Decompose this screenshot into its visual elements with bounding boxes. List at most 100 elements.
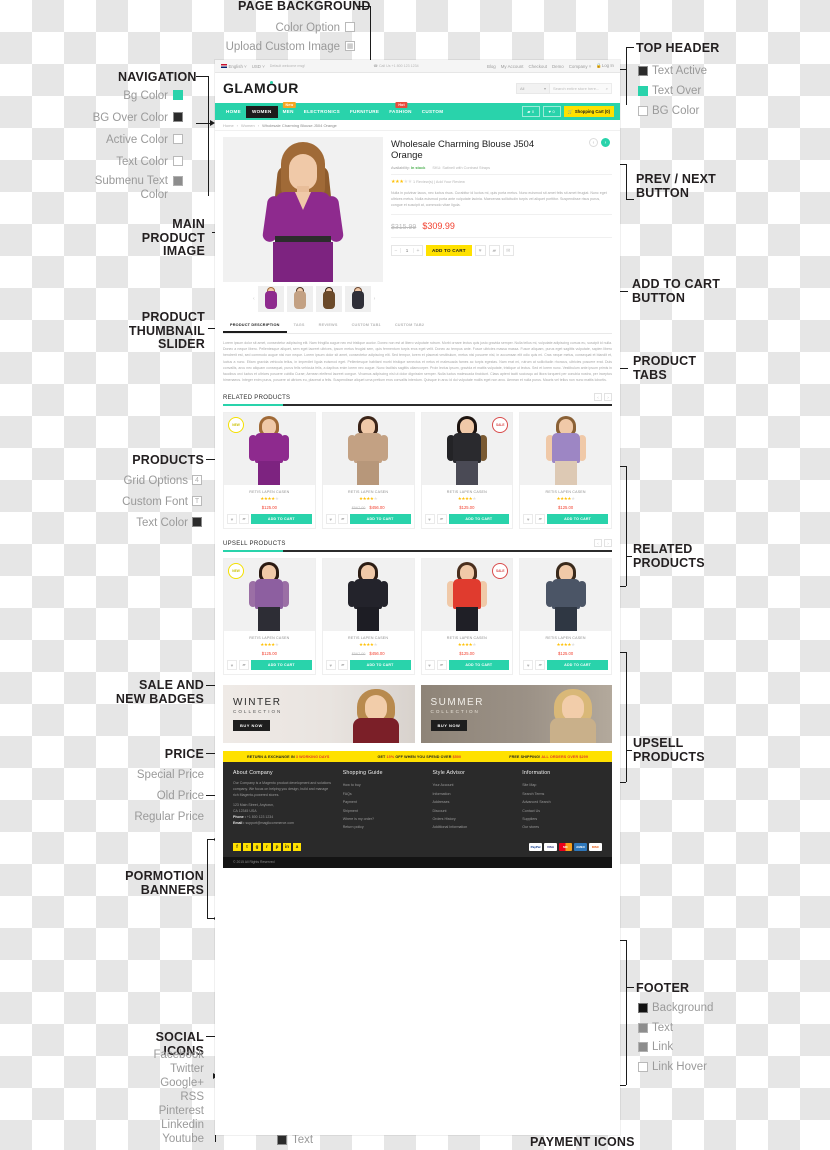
topbar-link-my-account[interactable]: My Account bbox=[501, 64, 524, 69]
footer-link[interactable]: Information bbox=[432, 790, 512, 798]
color-swatch-footer-link[interactable] bbox=[638, 1042, 648, 1052]
googleplus-icon[interactable]: g bbox=[253, 842, 261, 851]
wishlist-icon[interactable]: ♥ bbox=[227, 660, 237, 671]
topbar-link-demo[interactable]: Demo bbox=[552, 64, 564, 69]
banner-buy-now-button[interactable]: BUY NOW bbox=[233, 719, 270, 731]
footer-link[interactable]: Suppliers bbox=[522, 815, 602, 823]
wishlist-icon-button[interactable]: ♥ bbox=[474, 245, 486, 256]
wishlist-icon[interactable]: ♥ bbox=[325, 660, 336, 671]
nav-item-fashion[interactable]: Hot FASHION bbox=[384, 102, 417, 114]
wishlist-icon[interactable]: ♥ bbox=[424, 514, 435, 525]
wishlist-icon[interactable]: ♥ bbox=[424, 660, 435, 671]
linkedin-icon[interactable]: in bbox=[283, 842, 291, 851]
thumb-prev-arrow-icon[interactable]: ‹ bbox=[253, 296, 255, 302]
color-swatch-nav-bg-color[interactable] bbox=[173, 90, 183, 100]
search-category-select[interactable]: All ▾ bbox=[516, 82, 550, 94]
product-card[interactable]: NEW RETIS LAPEN CASEN ★★★★★ $125.00 ♥ ▰ … bbox=[223, 558, 316, 676]
add-to-cart-button[interactable]: ADD TO CART bbox=[448, 660, 510, 671]
compare-icon[interactable]: ▰ bbox=[337, 514, 348, 525]
compare-icon[interactable]: ▰ bbox=[436, 660, 447, 671]
site-logo[interactable]: GLAMOUR bbox=[223, 80, 299, 96]
color-swatch-topheader-text-active[interactable] bbox=[638, 66, 648, 76]
main-product-image[interactable] bbox=[223, 137, 383, 282]
add-to-cart-button[interactable]: ADD TO CART bbox=[448, 514, 510, 525]
grid-options-stepper[interactable]: 4 bbox=[192, 475, 202, 485]
review-link[interactable]: 1 Review(s) | Add Your Review bbox=[413, 180, 465, 184]
thumbnail-2[interactable] bbox=[286, 286, 313, 312]
color-swatch-topheader-text-over[interactable] bbox=[638, 86, 648, 96]
tab-product-description[interactable]: PRODUCT DESCRIPTION bbox=[223, 319, 287, 333]
footer-link[interactable]: Advanced Search bbox=[522, 798, 602, 806]
product-card[interactable]: RETIS LAPEN CASEN ★★★★★ $125.00 ♥ ▰ ADD … bbox=[519, 412, 612, 530]
add-to-cart-button[interactable]: ADD TO CART bbox=[349, 514, 411, 525]
add-to-cart-button[interactable]: ADD TO CART bbox=[251, 514, 312, 525]
nav-item-women[interactable]: WOMEN bbox=[245, 105, 278, 118]
tab-custom-tab2[interactable]: CUSTOM TAB2 bbox=[388, 319, 431, 333]
breadcrumb-women[interactable]: Women bbox=[241, 123, 255, 128]
compare-icon[interactable]: ▰ bbox=[239, 660, 249, 671]
footer-link[interactable]: Site Map bbox=[522, 781, 602, 789]
email-icon-button[interactable]: ✉ bbox=[502, 245, 514, 256]
nav-item-home[interactable]: HOME bbox=[221, 109, 246, 114]
color-swatch-nav-text-color[interactable] bbox=[173, 156, 183, 166]
product-card[interactable]: RETIS LAPEN CASEN ★★★★★ $567.00 $456.00 ♥… bbox=[321, 412, 415, 530]
compare-icon[interactable]: ▰ bbox=[239, 514, 249, 525]
product-card-image[interactable] bbox=[322, 559, 414, 632]
prev-product-button[interactable]: ‹ bbox=[589, 138, 598, 147]
custom-font-icon[interactable]: T bbox=[192, 496, 202, 506]
rss-icon[interactable]: r bbox=[263, 842, 271, 851]
footer-link[interactable]: Additional Information bbox=[432, 823, 512, 831]
add-to-cart-button[interactable]: ADD TO CART bbox=[547, 514, 608, 525]
tab-tags[interactable]: TAGS bbox=[287, 319, 312, 333]
footer-link[interactable]: Shipment bbox=[343, 807, 423, 815]
facebook-icon[interactable]: f bbox=[233, 842, 241, 851]
tab-custom-tab1[interactable]: CUSTOM TAB1 bbox=[345, 319, 388, 333]
footer-link[interactable]: Our stores bbox=[522, 823, 602, 831]
compare-icon[interactable]: ▰ bbox=[535, 660, 546, 671]
nav-item-electronics[interactable]: ELECTRONICS bbox=[299, 109, 345, 114]
wishlist-icon[interactable]: ♥ bbox=[325, 514, 336, 525]
topbar-link-checkout[interactable]: Checkout bbox=[528, 64, 547, 69]
footer-link[interactable]: Discount bbox=[432, 807, 512, 815]
nav-item-custom[interactable]: CUSTOM bbox=[417, 109, 449, 114]
shopping-cart-button[interactable]: 🛒 Shopping Cart (0) bbox=[563, 106, 614, 117]
qty-value[interactable]: 1 bbox=[400, 248, 414, 253]
youtube-icon[interactable]: a bbox=[293, 842, 301, 851]
search-icon[interactable]: ⌕ bbox=[606, 86, 608, 91]
product-card-image[interactable]: SALE bbox=[421, 559, 513, 632]
promotion-banner-summer[interactable]: SUMMER COLLECTION BUY NOW bbox=[420, 685, 612, 744]
product-card[interactable]: SALE RETIS LAPEN CASEN ★★★★★ $125.00 ♥ ▰… bbox=[420, 412, 514, 530]
color-swatch-copyright-text[interactable] bbox=[277, 1135, 287, 1145]
banner-buy-now-button[interactable]: BUY NOW bbox=[430, 719, 468, 731]
color-swatch-products-text-color[interactable] bbox=[192, 517, 202, 527]
footer-link[interactable]: Search Terms bbox=[522, 790, 602, 798]
wishlist-icon[interactable]: ♥ bbox=[227, 514, 237, 525]
tab-reviews[interactable]: REVIEWS bbox=[312, 319, 345, 333]
footer-link[interactable]: Payment bbox=[343, 798, 423, 806]
product-card[interactable]: RETIS LAPEN CASEN ★★★★★ $125.00 ♥ ▰ ADD … bbox=[519, 558, 612, 676]
related-next-arrow-icon[interactable]: › bbox=[604, 393, 612, 402]
product-card-image[interactable]: NEW bbox=[224, 559, 315, 632]
color-swatch-page-bg-color-option[interactable] bbox=[345, 22, 355, 32]
compare-button[interactable]: ▰ 0 bbox=[521, 106, 540, 117]
compare-icon[interactable]: ▰ bbox=[535, 514, 546, 525]
product-card-image[interactable]: NEW bbox=[224, 413, 315, 486]
nav-item-furniture[interactable]: FURNITURE bbox=[345, 109, 384, 114]
wishlist-icon[interactable]: ♥ bbox=[523, 660, 534, 671]
color-swatch-footer-background[interactable] bbox=[638, 1003, 648, 1013]
promotion-banner-winter[interactable]: WINTER COLLECTION BUY NOW bbox=[223, 685, 415, 744]
wishlist-button[interactable]: ♥ 0 bbox=[542, 106, 561, 117]
breadcrumb-home[interactable]: Home bbox=[223, 123, 234, 128]
quantity-stepper[interactable]: − 1 + bbox=[391, 245, 423, 256]
footer-link[interactable]: Contact Us bbox=[522, 807, 602, 815]
color-swatch-topheader-bg-color[interactable] bbox=[638, 106, 648, 116]
wishlist-icon[interactable]: ♥ bbox=[523, 514, 534, 525]
footer-link[interactable]: Orders History bbox=[432, 815, 512, 823]
topbar-link-blog[interactable]: Blog bbox=[487, 64, 496, 69]
thumbnail-3[interactable] bbox=[315, 286, 342, 312]
compare-icon[interactable]: ▰ bbox=[436, 514, 447, 525]
product-card-image[interactable]: SALE bbox=[421, 413, 513, 486]
next-product-button[interactable]: › bbox=[601, 138, 610, 147]
topbar-link-company[interactable]: Company ˅ bbox=[569, 64, 592, 69]
compare-icon[interactable]: ▰ bbox=[337, 660, 348, 671]
